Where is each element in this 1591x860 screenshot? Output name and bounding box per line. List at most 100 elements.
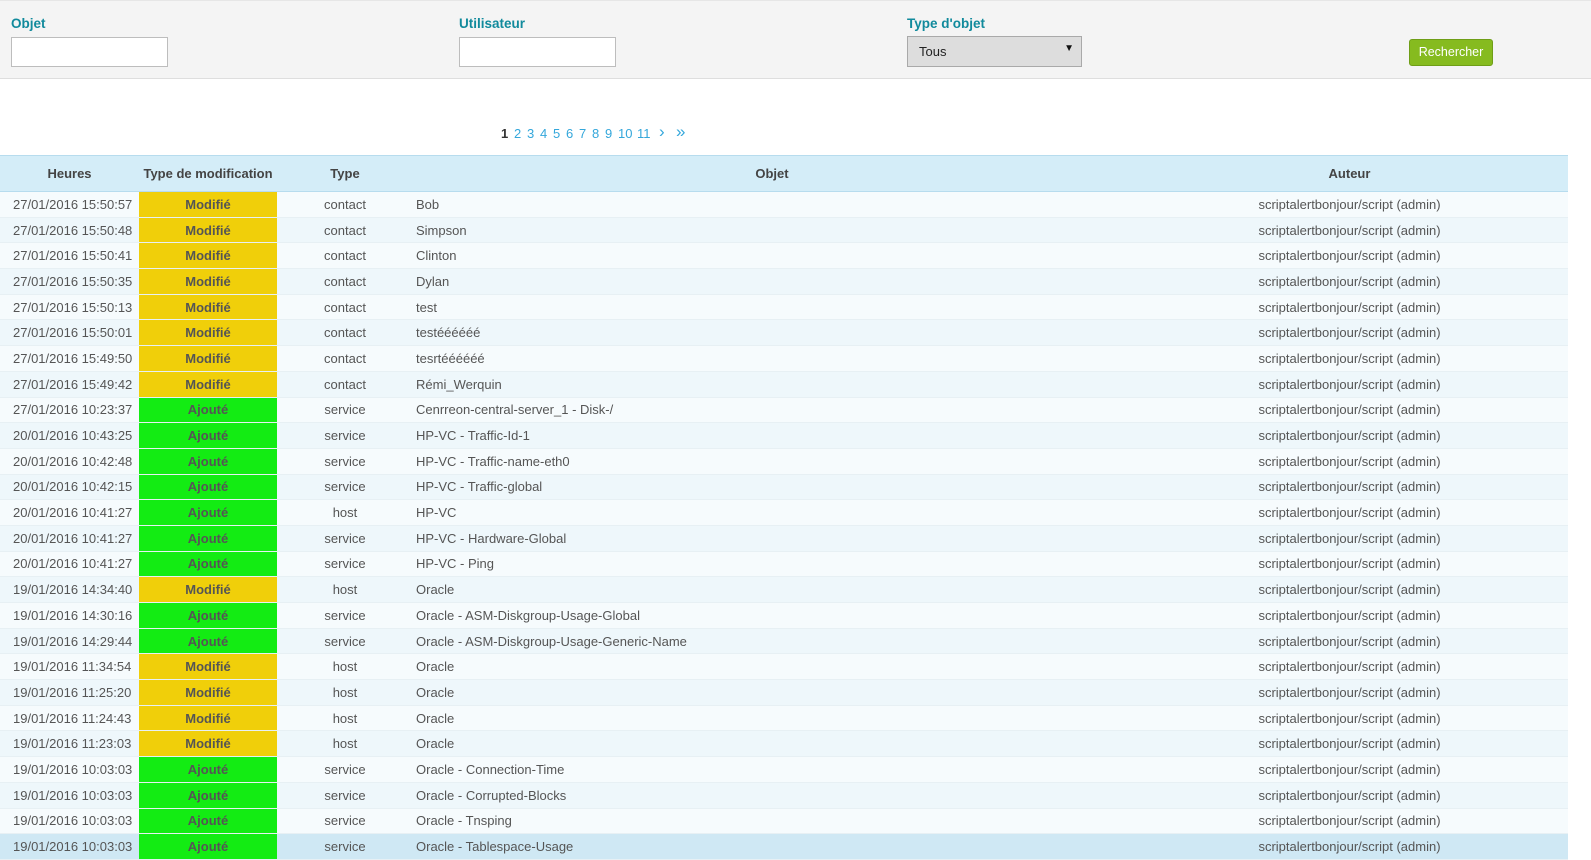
table-row[interactable]: 27/01/2016 15:50:41 Modifié contact Clinton… [0,242,1568,270]
table-row[interactable]: 20/01/2016 10:43:25 Ajouté service HP-VC - … [0,422,1568,449]
table-row[interactable]: 20/01/2016 10:41:27 Ajouté service HP-VC - … [0,551,1568,578]
last-page-icon[interactable]: » [676,123,685,140]
table-row[interactable]: 19/01/2016 10:03:03 Ajouté service Oracle -… [0,782,1568,809]
author-cell: scriptalertbonjour/script (admin) [1131,628,1568,655]
header-type-modification[interactable]: Type de modification [139,155,277,192]
table-row[interactable]: 27/01/2016 15:50:48 Modifié contact Simpson… [0,217,1568,244]
modification-type-badge: Ajouté [139,808,277,835]
logs-table: Heures Type de modification Type Objet A… [0,155,1568,860]
author-cell: scriptalertbonjour/script (admin) [1131,833,1568,860]
time-cell: 20/01/2016 10:41:27 [0,551,139,578]
modification-type-badge: Modifié [139,730,277,758]
filter-bar: Objet Utilisateur Type d'objet Tous ▼ Re… [0,0,1591,79]
type-cell: service [277,756,413,783]
table-row[interactable]: 27/01/2016 10:23:37 Ajouté service Cenrreon… [0,397,1568,424]
header-objet[interactable]: Objet [413,155,1131,192]
page-link-11[interactable]: 11 [637,126,651,142]
page-link-1[interactable]: 1 [501,126,508,142]
table-row[interactable]: 27/01/2016 15:50:57 Modifié contact Bob scri… [0,191,1568,218]
search-button[interactable]: Rechercher [1409,39,1493,66]
type-cell: contact [277,191,413,218]
time-cell: 27/01/2016 15:50:13 [0,294,139,321]
type-objet-selected: Tous [919,44,947,59]
object-cell: Oracle [413,653,1131,681]
type-objet-select[interactable]: Tous ▼ [907,36,1082,67]
table-row[interactable]: 19/01/2016 10:03:03 Ajouté service Oracle -… [0,833,1568,860]
author-cell: scriptalertbonjour/script (admin) [1131,602,1568,629]
type-cell: host [277,653,413,681]
table-row[interactable]: 27/01/2016 15:49:42 Modifié contact Rémi_We… [0,371,1568,398]
author-cell: scriptalertbonjour/script (admin) [1131,448,1568,475]
author-cell: scriptalertbonjour/script (admin) [1131,371,1568,398]
time-cell: 19/01/2016 11:24:43 [0,705,139,732]
table-row[interactable]: 19/01/2016 10:03:03 Ajouté service Oracle -… [0,808,1568,835]
object-cell: tesrtéééééé [413,345,1131,372]
table-row[interactable]: 19/01/2016 11:24:43 Modifié host Oracle scri… [0,705,1568,732]
table-row[interactable]: 19/01/2016 11:34:54 Modifié host Oracle scri… [0,653,1568,681]
table-row[interactable]: 19/01/2016 14:34:40 Modifié host Oracle scri… [0,576,1568,603]
modification-type-badge: Modifié [139,294,277,321]
table-row[interactable]: 27/01/2016 15:50:13 Modifié contact test scr… [0,294,1568,321]
type-cell: host [277,705,413,732]
time-cell: 19/01/2016 11:25:20 [0,679,139,706]
author-cell: scriptalertbonjour/script (admin) [1131,345,1568,372]
next-page-icon[interactable]: › [659,123,665,140]
author-cell: scriptalertbonjour/script (admin) [1131,679,1568,706]
table-row[interactable]: 19/01/2016 14:30:16 Ajouté service Oracle -… [0,602,1568,629]
author-cell: scriptalertbonjour/script (admin) [1131,397,1568,424]
author-cell: scriptalertbonjour/script (admin) [1131,191,1568,218]
table-row[interactable]: 19/01/2016 11:23:03 Modifié host Oracle scri… [0,730,1568,758]
time-cell: 27/01/2016 10:23:37 [0,397,139,424]
type-cell: service [277,422,413,449]
table-row[interactable]: 19/01/2016 10:03:03 Ajouté service Oracle -… [0,756,1568,783]
table-row[interactable]: 20/01/2016 10:41:27 Ajouté host HP-VC script… [0,499,1568,526]
table-row[interactable]: 27/01/2016 15:49:50 Modifié contact tesrtéé… [0,345,1568,372]
type-objet-label: Type d'objet [907,16,985,31]
table-header-row: Heures Type de modification Type Objet A… [0,155,1568,192]
utilisateur-input[interactable] [459,37,616,67]
author-cell: scriptalertbonjour/script (admin) [1131,756,1568,783]
objet-input[interactable] [11,37,168,67]
header-type[interactable]: Type [277,155,413,192]
modification-type-badge: Ajouté [139,525,277,552]
type-cell: service [277,628,413,655]
modification-type-badge: Ajouté [139,397,277,424]
object-cell: Oracle [413,679,1131,706]
header-heures[interactable]: Heures [0,155,139,192]
table-row[interactable]: 27/01/2016 15:50:35 Modifié contact Dylan sc… [0,268,1568,295]
page-link-3[interactable]: 3 [527,126,534,142]
table-row[interactable]: 19/01/2016 14:29:44 Ajouté service Oracle -… [0,628,1568,655]
page-link-7[interactable]: 7 [579,126,586,142]
type-cell: service [277,448,413,475]
object-cell: Oracle - Tnsping [413,808,1131,835]
modification-type-badge: Ajouté [139,782,277,809]
time-cell: 19/01/2016 10:03:03 [0,808,139,835]
table-row[interactable]: 20/01/2016 10:42:15 Ajouté service HP-VC - … [0,474,1568,501]
table-row[interactable]: 20/01/2016 10:41:27 Ajouté service HP-VC - … [0,525,1568,552]
modification-type-badge: Modifié [139,217,277,244]
author-cell: scriptalertbonjour/script (admin) [1131,705,1568,732]
object-cell: Oracle [413,705,1131,732]
modification-type-badge: Ajouté [139,499,277,526]
page-link-5[interactable]: 5 [553,126,560,142]
page-link-10[interactable]: 10 [618,126,632,142]
author-cell: scriptalertbonjour/script (admin) [1131,422,1568,449]
page-link-9[interactable]: 9 [605,126,612,142]
header-auteur[interactable]: Auteur [1131,155,1568,192]
object-cell: Oracle - ASM-Diskgroup-Usage-Global [413,602,1131,629]
page-link-2[interactable]: 2 [514,126,521,142]
page-link-8[interactable]: 8 [592,126,599,142]
dropdown-arrow-icon: ▼ [1064,43,1074,54]
type-cell: service [277,782,413,809]
page-link-4[interactable]: 4 [540,126,547,142]
page-link-6[interactable]: 6 [566,126,573,142]
object-cell: Rémi_Werquin [413,371,1131,398]
table-row[interactable]: 19/01/2016 11:25:20 Modifié host Oracle scri… [0,679,1568,706]
table-row[interactable]: 20/01/2016 10:42:48 Ajouté service HP-VC - … [0,448,1568,475]
objet-label: Objet [11,16,46,31]
type-cell: host [277,576,413,603]
author-cell: scriptalertbonjour/script (admin) [1131,808,1568,835]
modification-type-badge: Ajouté [139,448,277,475]
table-row[interactable]: 27/01/2016 15:50:01 Modifié contact testééé… [0,319,1568,347]
type-cell: service [277,474,413,501]
